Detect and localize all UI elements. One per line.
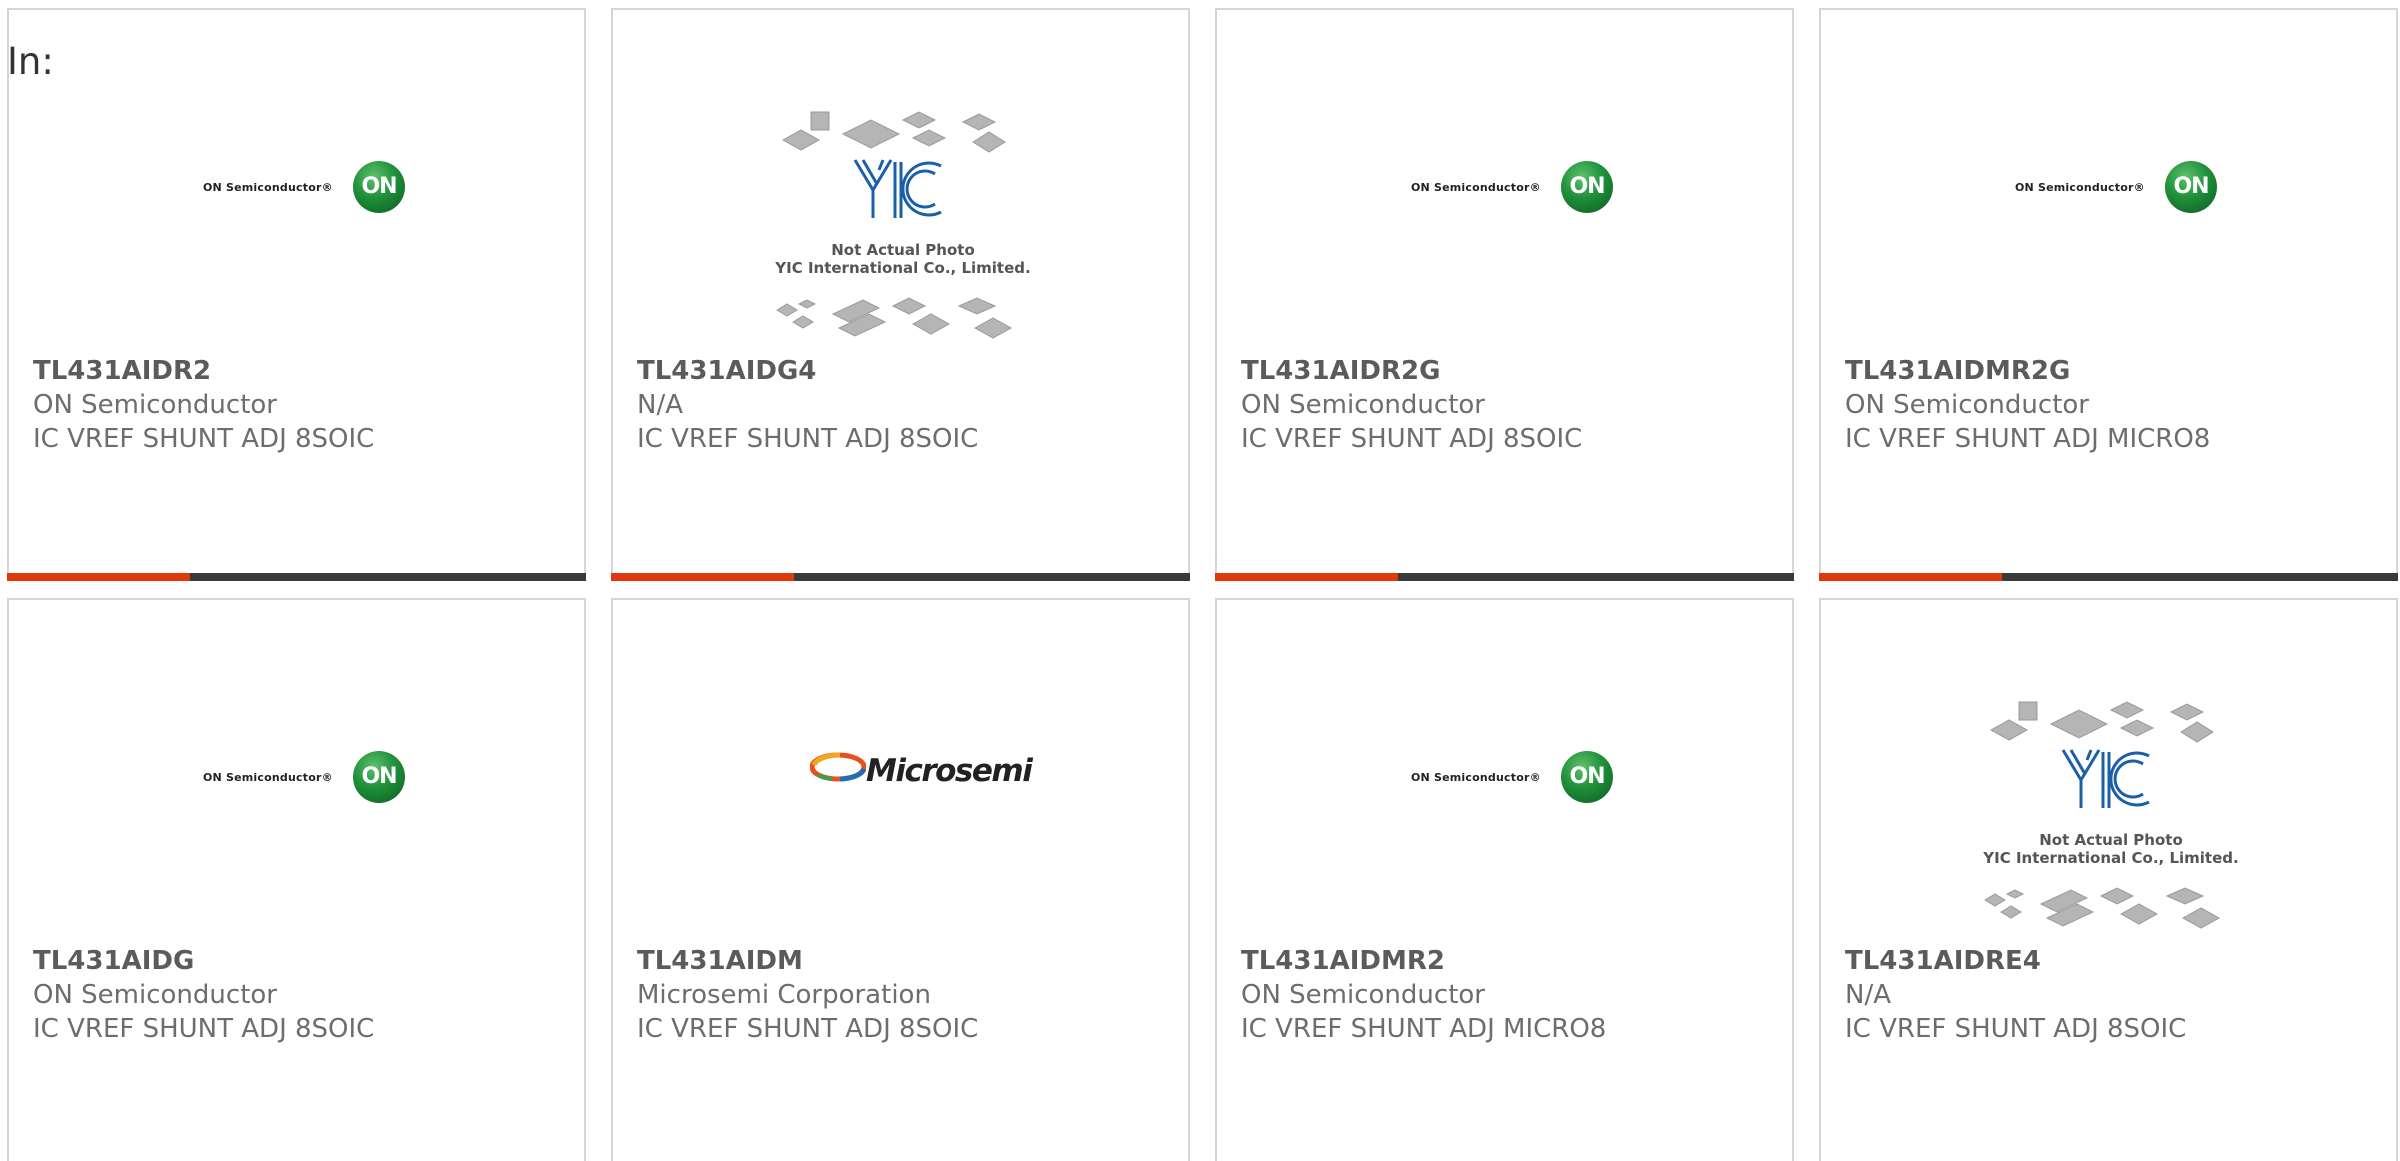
manufacturer: ON Semiconductor [1845, 390, 2089, 420]
on-mark-icon: ON [353, 161, 405, 213]
microsemi-logo: Microsemi [808, 743, 1033, 803]
manufacturer: ON Semiconductor [1241, 390, 1485, 420]
product-image: Microsemi [613, 600, 1188, 940]
on-semiconductor-logo: ON Semiconductor® ON [196, 161, 406, 213]
description: IC VREF SHUNT ADJ MICRO8 [1241, 1014, 1607, 1044]
product-image: ON Semiconductor® ON [1821, 10, 2396, 350]
part-number[interactable]: TL431AIDMR2G [1845, 354, 2375, 388]
product-image: ON Semiconductor® ON [1217, 600, 1792, 940]
product-grid-page: In: ON Semiconductor® ON TL431AIDR2 ON S… [0, 0, 2400, 1161]
description: IC VREF SHUNT ADJ 8SOIC [1241, 424, 1583, 454]
description: IC VREF SHUNT ADJ 8SOIC [637, 1014, 979, 1044]
part-number[interactable]: TL431AIDMR2 [1241, 944, 1771, 978]
description: IC VREF SHUNT ADJ 8SOIC [1845, 1014, 2187, 1044]
on-semiconductor-logo: ON Semiconductor® ON [196, 751, 406, 803]
product-image: ON Semiconductor® ON [1217, 10, 1792, 350]
on-mark-icon: ON [353, 751, 405, 803]
product-card[interactable]: ON Semiconductor® ON TL431AIDMR2G ON Sem… [1819, 8, 2398, 581]
product-image: ON Semiconductor® ON [9, 600, 584, 940]
on-semiconductor-logo: ON Semiconductor® ON [1404, 751, 1614, 803]
product-card[interactable]: Not Actual Photo YIC International Co., … [611, 8, 1190, 581]
on-semiconductor-logo: ON Semiconductor® ON [1404, 161, 1614, 213]
manufacturer: N/A [1845, 980, 1891, 1010]
product-card[interactable]: ON Semiconductor® ON TL431AIDG ON Semico… [7, 598, 586, 1161]
product-card[interactable]: ON Semiconductor® ON TL431AIDMR2 ON Semi… [1215, 598, 1794, 1161]
product-card[interactable]: Microsemi TL431AIDM Microsemi Corporatio… [611, 598, 1190, 1161]
search-scope-label: In: [7, 40, 54, 83]
microsemi-swirl-icon [810, 752, 866, 782]
yic-placeholder-logo: Not Actual Photo YIC International Co., … [1971, 690, 2251, 940]
description: IC VREF SHUNT ADJ 8SOIC [637, 424, 979, 454]
part-number[interactable]: TL431AIDR2 [33, 354, 563, 388]
product-image: Not Actual Photo YIC International Co., … [613, 10, 1188, 350]
product-image: ON Semiconductor® ON [9, 10, 584, 350]
product-card[interactable]: Not Actual Photo YIC International Co., … [1819, 598, 2398, 1161]
description: IC VREF SHUNT ADJ MICRO8 [1845, 424, 2211, 454]
manufacturer: ON Semiconductor [33, 980, 277, 1010]
manufacturer: Microsemi Corporation [637, 980, 931, 1010]
description: IC VREF SHUNT ADJ 8SOIC [33, 1014, 375, 1044]
part-number[interactable]: TL431AIDRE4 [1845, 944, 2375, 978]
manufacturer: N/A [637, 390, 683, 420]
manufacturer: ON Semiconductor [33, 390, 277, 420]
product-image: Not Actual Photo YIC International Co., … [1821, 600, 2396, 940]
card-accent-bar [7, 573, 586, 581]
yic-placeholder-logo: Not Actual Photo YIC International Co., … [763, 100, 1043, 350]
on-mark-icon: ON [1561, 161, 1613, 213]
card-accent-bar [1819, 573, 2398, 581]
on-semiconductor-logo: ON Semiconductor® ON [2008, 161, 2218, 213]
product-card[interactable]: ON Semiconductor® ON TL431AIDR2G ON Semi… [1215, 8, 1794, 581]
card-accent-bar [1215, 573, 1794, 581]
manufacturer: ON Semiconductor [1241, 980, 1485, 1010]
part-number[interactable]: TL431AIDM [637, 944, 1167, 978]
on-mark-icon: ON [1561, 751, 1613, 803]
card-accent-bar [611, 573, 1190, 581]
product-card[interactable]: ON Semiconductor® ON TL431AIDR2 ON Semic… [7, 8, 586, 581]
part-number[interactable]: TL431AIDG [33, 944, 563, 978]
on-mark-icon: ON [2165, 161, 2217, 213]
part-number[interactable]: TL431AIDG4 [637, 354, 1167, 388]
part-number[interactable]: TL431AIDR2G [1241, 354, 1771, 388]
description: IC VREF SHUNT ADJ 8SOIC [33, 424, 375, 454]
